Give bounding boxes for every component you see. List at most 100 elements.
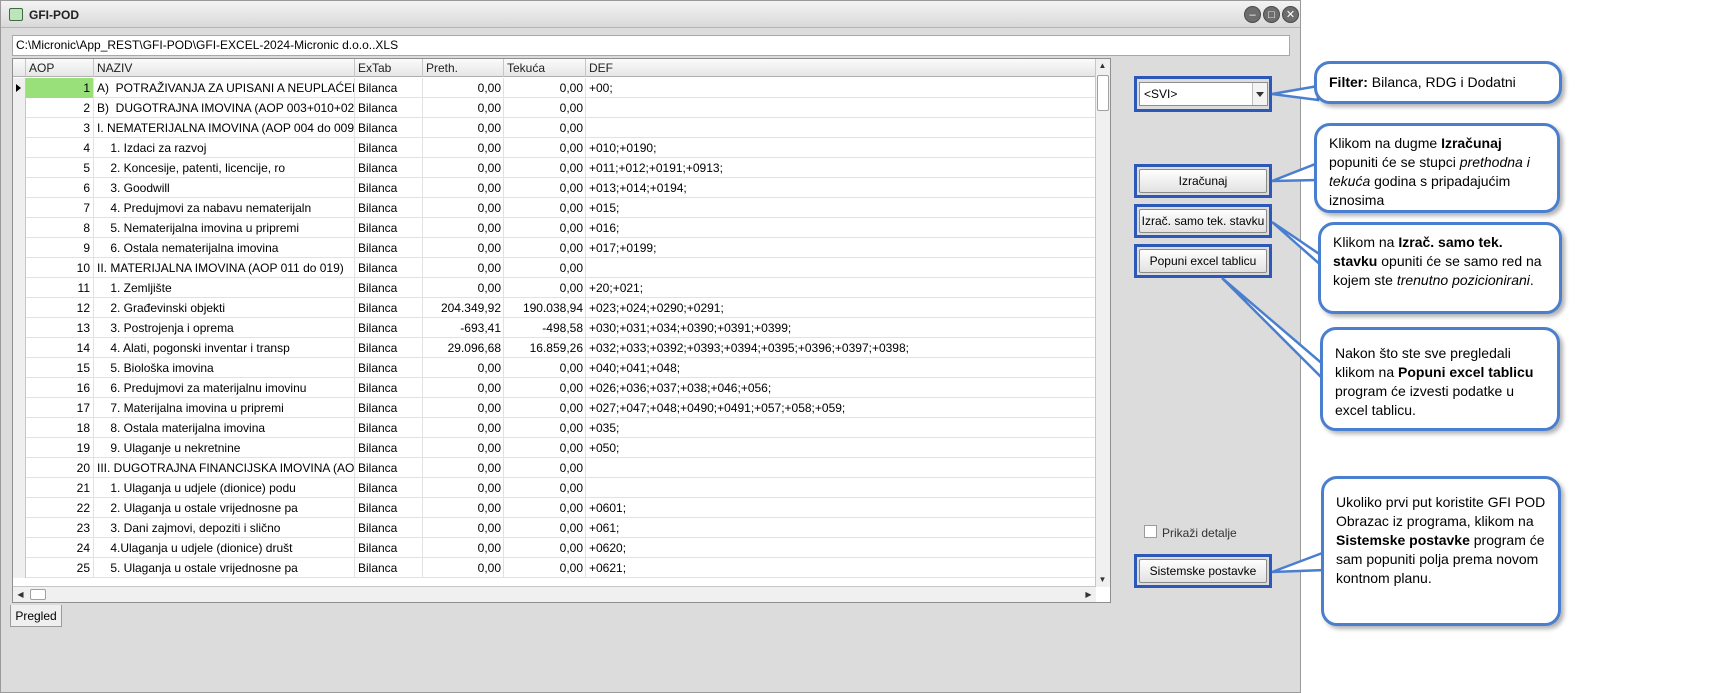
cell-naziv[interactable]: 1. Izdaci za razvoj: [94, 138, 355, 158]
table-row[interactable]: 24 4.Ulaganja u udjele (dionice) društ Bi…: [13, 538, 1096, 558]
cell-def[interactable]: +0601;: [586, 498, 1096, 518]
row-header[interactable]: [13, 438, 26, 458]
cell-aop[interactable]: 6: [26, 178, 94, 198]
file-path-field[interactable]: C:\Micronic\App_REST\GFI-POD\GFI-EXCEL-2…: [12, 35, 1290, 56]
cell-preth[interactable]: 29.096,68: [423, 338, 504, 358]
table-row[interactable]: 19 9. Ulaganje u nekretnine Bilanca 0,00 0,…: [13, 438, 1096, 458]
table-row[interactable]: 18 8. Ostala materijalna imovina Bilanca 0…: [13, 418, 1096, 438]
row-header[interactable]: [13, 458, 26, 478]
cell-extab[interactable]: Bilanca: [355, 498, 423, 518]
cell-extab[interactable]: Bilanca: [355, 278, 423, 298]
cell-tekuca[interactable]: 190.038,94: [504, 298, 586, 318]
cell-tekuca[interactable]: 0,00: [504, 478, 586, 498]
cell-preth[interactable]: 0,00: [423, 118, 504, 138]
cell-preth[interactable]: 0,00: [423, 398, 504, 418]
cell-preth[interactable]: 0,00: [423, 238, 504, 258]
row-header[interactable]: [13, 178, 26, 198]
cell-tekuca[interactable]: 0,00: [504, 558, 586, 578]
table-row[interactable]: 15 5. Biološka imovina Bilanca 0,00 0,00 +04…: [13, 358, 1096, 378]
cell-naziv[interactable]: II. MATERIJALNA IMOVINA (AOP 011 do 019): [94, 258, 355, 278]
cell-naziv[interactable]: 6. Ostala nematerijalna imovina: [94, 238, 355, 258]
cell-naziv[interactable]: I. NEMATERIJALNA IMOVINA (AOP 004 do 009: [94, 118, 355, 138]
cell-preth[interactable]: 0,00: [423, 558, 504, 578]
cell-preth[interactable]: 0,00: [423, 418, 504, 438]
cell-extab[interactable]: Bilanca: [355, 358, 423, 378]
column-header-naziv[interactable]: NAZIV: [94, 59, 355, 77]
cell-preth[interactable]: 0,00: [423, 198, 504, 218]
table-row[interactable]: 8 5. Nematerijalna imovina u pripremi Bil…: [13, 218, 1096, 238]
cell-extab[interactable]: Bilanca: [355, 458, 423, 478]
row-header[interactable]: [13, 378, 26, 398]
row-header[interactable]: [13, 398, 26, 418]
table-row[interactable]: 5 2. Koncesije, patenti, licencije, ro Bi…: [13, 158, 1096, 178]
row-header[interactable]: [13, 158, 26, 178]
cell-preth[interactable]: 0,00: [423, 278, 504, 298]
table-row[interactable]: 13 3. Postrojenja i oprema Bilanca -693,41…: [13, 318, 1096, 338]
cell-def[interactable]: +011;+012;+0191;+0913;: [586, 158, 1096, 178]
cell-tekuca[interactable]: 0,00: [504, 358, 586, 378]
cell-tekuca[interactable]: 0,00: [504, 238, 586, 258]
table-row[interactable]: 12 2. Građevinski objekti Bilanca 204.349,…: [13, 298, 1096, 318]
cell-extab[interactable]: Bilanca: [355, 238, 423, 258]
cell-extab[interactable]: Bilanca: [355, 78, 423, 98]
cell-def[interactable]: [586, 458, 1096, 478]
cell-def[interactable]: +016;: [586, 218, 1096, 238]
cell-aop[interactable]: 5: [26, 158, 94, 178]
row-header[interactable]: [13, 118, 26, 138]
horizontal-scrollbar[interactable]: ◀ ▶: [13, 586, 1096, 602]
row-header[interactable]: [13, 98, 26, 118]
cell-aop[interactable]: 1: [26, 78, 94, 98]
cell-aop[interactable]: 4: [26, 138, 94, 158]
cell-aop[interactable]: 17: [26, 398, 94, 418]
cell-tekuca[interactable]: 0,00: [504, 98, 586, 118]
cell-extab[interactable]: Bilanca: [355, 538, 423, 558]
row-header[interactable]: [13, 78, 26, 98]
data-grid[interactable]: AOP NAZIV ExTab Preth. Tekuća DEF 1 A) PO…: [12, 58, 1111, 603]
cell-aop[interactable]: 24: [26, 538, 94, 558]
cell-preth[interactable]: 0,00: [423, 218, 504, 238]
cell-preth[interactable]: -693,41: [423, 318, 504, 338]
filter-select[interactable]: <SVI>: [1139, 82, 1268, 106]
system-settings-button[interactable]: Sistemske postavke: [1139, 559, 1267, 583]
close-button[interactable]: ✕: [1282, 6, 1299, 23]
details-checkbox[interactable]: [1144, 525, 1157, 538]
cell-preth[interactable]: 0,00: [423, 478, 504, 498]
cell-naziv[interactable]: 2. Građevinski objekti: [94, 298, 355, 318]
cell-naziv[interactable]: 4. Predujmovi za nabavu nematerijaln: [94, 198, 355, 218]
cell-extab[interactable]: Bilanca: [355, 558, 423, 578]
cell-tekuca[interactable]: 0,00: [504, 118, 586, 138]
cell-tekuca[interactable]: 0,00: [504, 218, 586, 238]
cell-tekuca[interactable]: 0,00: [504, 158, 586, 178]
cell-aop[interactable]: 2: [26, 98, 94, 118]
scroll-up-icon[interactable]: ▲: [1096, 59, 1109, 73]
cell-aop[interactable]: 19: [26, 438, 94, 458]
cell-tekuca[interactable]: 0,00: [504, 138, 586, 158]
tab-pregled[interactable]: Pregled: [10, 605, 62, 627]
cell-tekuca[interactable]: 0,00: [504, 278, 586, 298]
cell-def[interactable]: +20;+021;: [586, 278, 1096, 298]
cell-naziv[interactable]: 3. Postrojenja i oprema: [94, 318, 355, 338]
cell-extab[interactable]: Bilanca: [355, 198, 423, 218]
cell-tekuca[interactable]: 0,00: [504, 518, 586, 538]
row-header[interactable]: [13, 338, 26, 358]
cell-aop[interactable]: 25: [26, 558, 94, 578]
column-header-preth[interactable]: Preth.: [423, 59, 504, 77]
cell-aop[interactable]: 18: [26, 418, 94, 438]
cell-def[interactable]: [586, 98, 1096, 118]
cell-naziv[interactable]: 9. Ulaganje u nekretnine: [94, 438, 355, 458]
table-row[interactable]: 16 6. Predujmovi za materijalnu imovinu B…: [13, 378, 1096, 398]
cell-preth[interactable]: 0,00: [423, 178, 504, 198]
cell-aop[interactable]: 8: [26, 218, 94, 238]
table-row[interactable]: 7 4. Predujmovi za nabavu nematerijaln Bi…: [13, 198, 1096, 218]
table-row[interactable]: 17 7. Materijalna imovina u pripremi Bila…: [13, 398, 1096, 418]
cell-aop[interactable]: 9: [26, 238, 94, 258]
cell-def[interactable]: +013;+014;+0194;: [586, 178, 1096, 198]
cell-def[interactable]: +023;+024;+0290;+0291;: [586, 298, 1096, 318]
row-header[interactable]: [13, 558, 26, 578]
cell-preth[interactable]: 0,00: [423, 438, 504, 458]
row-header[interactable]: [13, 498, 26, 518]
cell-naziv[interactable]: III. DUGOTRAJNA FINANCIJSKA IMOVINA (AOP: [94, 458, 355, 478]
row-header[interactable]: [13, 318, 26, 338]
cell-extab[interactable]: Bilanca: [355, 338, 423, 358]
cell-aop[interactable]: 22: [26, 498, 94, 518]
